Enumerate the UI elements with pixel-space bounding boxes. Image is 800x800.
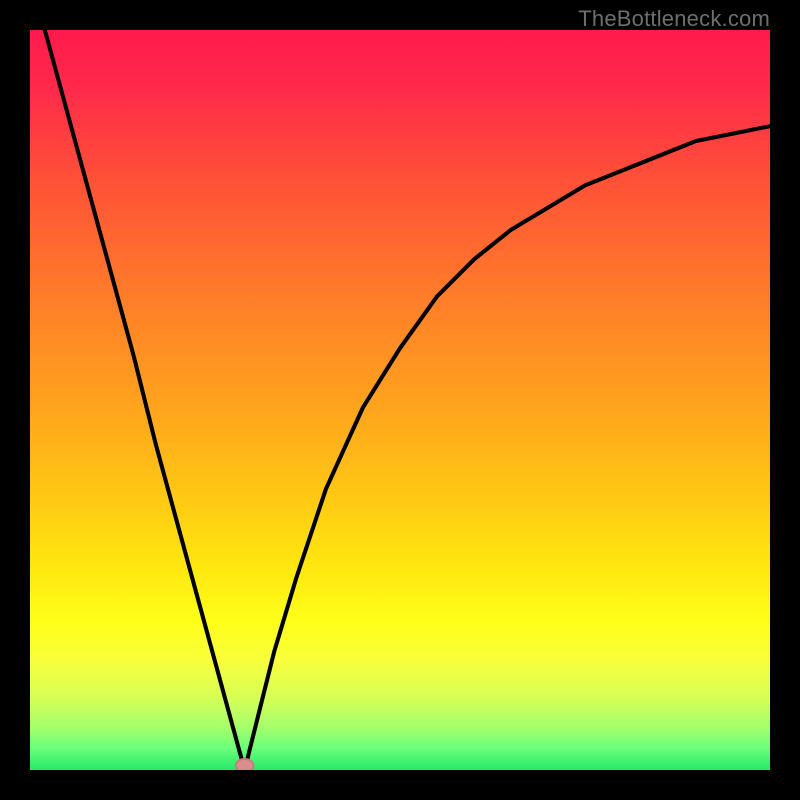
watermark-text: TheBottleneck.com <box>578 6 770 32</box>
chart-frame: TheBottleneck.com <box>0 0 800 800</box>
bottleneck-curve <box>45 30 770 770</box>
minimum-marker-dot <box>236 759 254 770</box>
curve-layer <box>30 30 770 770</box>
plot-area <box>30 30 770 770</box>
